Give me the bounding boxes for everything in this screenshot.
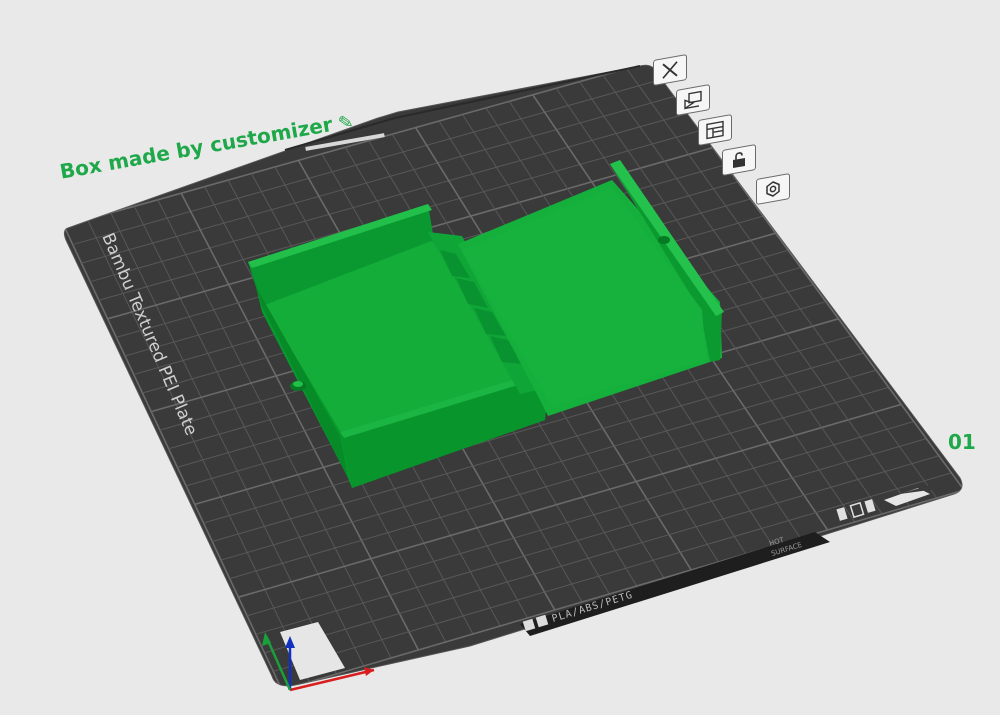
plate-index: 01: [948, 430, 976, 454]
close-icon: [662, 61, 678, 79]
lock-icon: [733, 152, 745, 169]
layout-icon: [706, 120, 724, 140]
gear-icon: [766, 181, 780, 197]
build-plate-viewport[interactable]: Bambu Textured PEI Plate PLA/ABS/PETG HO…: [0, 0, 1000, 715]
arrange-icon: [684, 90, 702, 110]
